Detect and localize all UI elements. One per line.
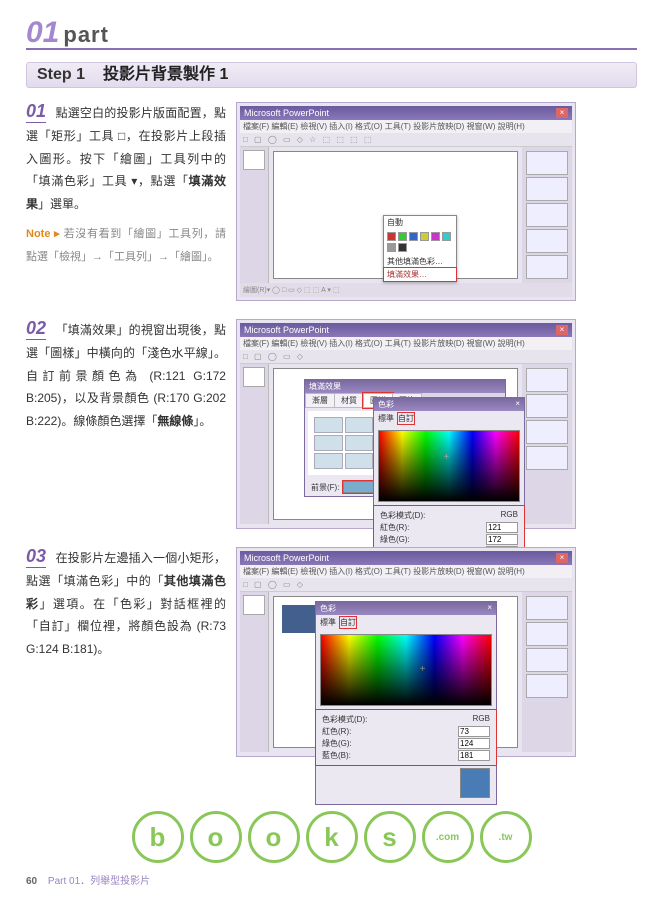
footer-text: Part 01．列舉型投影片 bbox=[48, 876, 150, 887]
wm-letter: o bbox=[190, 811, 242, 863]
slide-thumbnails[interactable] bbox=[240, 592, 269, 752]
step-heading: Step 1 投影片背景製作 1 bbox=[26, 62, 637, 88]
close-icon[interactable]: × bbox=[556, 553, 568, 563]
watermark: b o o k s .com .tw bbox=[132, 811, 532, 863]
wm-letter: o bbox=[248, 811, 300, 863]
instruction-01b: 」選單。 bbox=[38, 197, 86, 211]
dd-fill-effects[interactable]: 填滿效果… bbox=[384, 268, 456, 281]
screenshot-01: Microsoft PowerPoint × 檔案(F) 編輯(E) 檢視(V) … bbox=[236, 102, 576, 301]
dd-more-colors[interactable]: 其他填滿色彩… bbox=[384, 255, 456, 268]
color-dialog-title: 色彩 bbox=[378, 399, 394, 410]
tab-standard[interactable]: 標準 bbox=[378, 413, 394, 424]
instruction-02b: 」。 bbox=[193, 414, 211, 428]
close-icon[interactable]: × bbox=[556, 108, 568, 118]
step-num-03: 03 bbox=[26, 547, 46, 568]
fg-label: 前景(F): bbox=[311, 482, 339, 493]
wm-letter: b bbox=[132, 811, 184, 863]
tab-texture[interactable]: 材質 bbox=[334, 393, 364, 408]
color-dialog-title: 色彩 bbox=[320, 603, 336, 614]
dd-auto[interactable]: 自動 bbox=[384, 216, 456, 229]
step-num-01: 01 bbox=[26, 102, 46, 123]
part-label: part bbox=[63, 24, 109, 46]
note-label: Note ▸ bbox=[26, 228, 60, 240]
step-label: Step 1 bbox=[37, 67, 85, 83]
menubar[interactable]: 檔案(F) 編輯(E) 檢視(V) 插入(I) 格式(O) 工具(T) 投影片放… bbox=[240, 120, 572, 133]
slide-canvas[interactable]: 自動 其他填滿色彩… 填滿效果… bbox=[273, 151, 518, 279]
app-title: Microsoft PowerPoint bbox=[244, 108, 329, 118]
color-dialog-03[interactable]: 色彩 × 標準自訂 + 色彩模式(D):RGB 紅色(R): 綠色(G): 藍色(… bbox=[315, 601, 497, 805]
wm-letter: .tw bbox=[480, 811, 532, 863]
wm-letter: s bbox=[364, 811, 416, 863]
tab-custom[interactable]: 自訂 bbox=[340, 617, 356, 628]
page-footer: 60 Part 01．列舉型投影片 bbox=[26, 872, 150, 887]
slide-thumbnails[interactable] bbox=[240, 364, 269, 524]
toolbar[interactable]: □ ▢ ◯ ▭ ◇ bbox=[240, 578, 572, 592]
layout-panel[interactable] bbox=[522, 592, 572, 752]
green-input[interactable] bbox=[486, 534, 518, 545]
red-input[interactable] bbox=[458, 726, 490, 737]
toolbar[interactable]: □ ▢ ◯ ▭ ◇ ☆ ⬚ ⬚ ⬚ ⬚ bbox=[240, 133, 572, 147]
rgb-inputs[interactable]: 色彩模式(D):RGB 紅色(R): 綠色(G): 藍色(B): bbox=[316, 710, 496, 765]
fg-swatch[interactable] bbox=[343, 481, 375, 493]
wm-letter: .com bbox=[422, 811, 474, 863]
step-title: 投影片背景製作 1 bbox=[103, 67, 228, 83]
green-input[interactable] bbox=[458, 738, 490, 749]
color-spectrum[interactable]: + bbox=[320, 634, 492, 706]
slide-thumbnails[interactable] bbox=[240, 147, 269, 283]
tab-standard[interactable]: 標準 bbox=[320, 617, 336, 628]
blue-input[interactable] bbox=[458, 750, 490, 761]
page-number: 60 bbox=[26, 876, 37, 887]
color-preview bbox=[460, 768, 490, 798]
wm-letter: k bbox=[306, 811, 358, 863]
close-icon[interactable]: × bbox=[487, 603, 492, 614]
instruction-03b: 」選項。在「色彩」對話框裡的「自訂」欄位裡，將顏色設為 (R:73 G:124 … bbox=[26, 597, 226, 657]
menubar[interactable]: 檔案(F) 編輯(E) 檢視(V) 插入(I) 格式(O) 工具(T) 投影片放… bbox=[240, 565, 572, 578]
drawing-toolbar[interactable]: 繪圖(R)▾ ◯ □ ▭ ◇ ⬚ ⬚ A ▾ ⬚ bbox=[240, 283, 572, 297]
color-swatches[interactable] bbox=[384, 229, 456, 255]
layout-panel[interactable] bbox=[522, 364, 572, 524]
tab-custom[interactable]: 自訂 bbox=[398, 413, 414, 424]
screenshot-02: Microsoft PowerPoint× 檔案(F) 編輯(E) 檢視(V) … bbox=[236, 319, 576, 529]
red-input[interactable] bbox=[486, 522, 518, 533]
instruction-02-bold: 無線條 bbox=[157, 414, 193, 428]
close-icon[interactable]: × bbox=[515, 399, 520, 410]
tab-gradient[interactable]: 漸層 bbox=[305, 393, 335, 408]
close-icon[interactable]: × bbox=[556, 325, 568, 335]
menubar[interactable]: 檔案(F) 編輯(E) 檢視(V) 插入(I) 格式(O) 工具(T) 投影片放… bbox=[240, 337, 572, 350]
dialog-title: 填滿效果 bbox=[305, 380, 505, 393]
instruction-02a: 「填滿效果」的視窗出現後，點選「圖樣」中橫向的「淺色水平線」。自訂前景顏色為 (… bbox=[26, 323, 226, 428]
screenshot-03: Microsoft PowerPoint× 檔案(F) 編輯(E) 檢視(V) … bbox=[236, 547, 576, 757]
slide-canvas[interactable]: 填滿效果 漸層 材質 圖樣 圖片 前景( bbox=[273, 368, 518, 520]
part-number: 01 bbox=[26, 18, 59, 48]
fill-color-dropdown[interactable]: 自動 其他填滿色彩… 填滿效果… bbox=[383, 215, 457, 282]
color-spectrum[interactable]: + bbox=[378, 430, 520, 502]
layout-panel[interactable] bbox=[522, 147, 572, 283]
step-num-02: 02 bbox=[26, 319, 46, 340]
toolbar[interactable]: □ ▢ ◯ ▭ ◇ bbox=[240, 350, 572, 364]
slide-canvas[interactable]: 色彩× 標準自訂 + 色彩模式(D):RGB 紅色(R): 綠色(G): 藍色(… bbox=[273, 596, 518, 748]
